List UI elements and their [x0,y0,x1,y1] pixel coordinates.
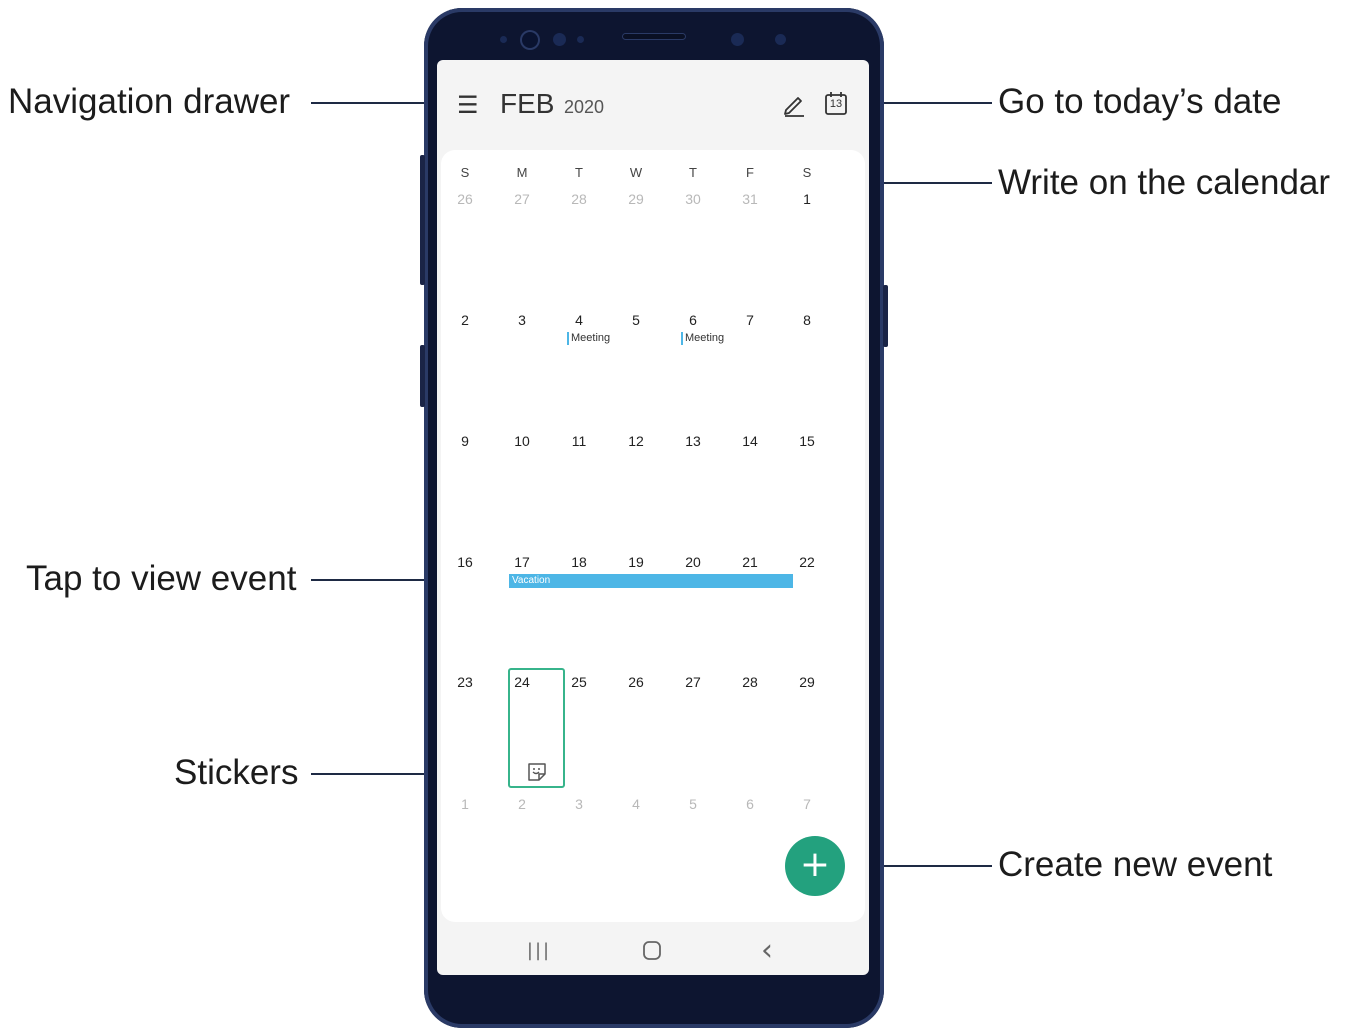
day-cell[interactable]: 26 [616,674,656,690]
day-cell[interactable]: 23 [445,674,485,690]
callout-stickers: Stickers [174,753,299,792]
calendar-today-number: 13 [829,98,843,110]
recents-button[interactable]: ||| [519,936,559,966]
weekday-thu: T [689,165,697,180]
month-label[interactable]: FEB [500,88,554,120]
create-event-button[interactable]: + [785,836,845,896]
day-cell[interactable]: 10 [502,433,542,449]
day-cell[interactable]: 5 [673,796,713,812]
day-cell[interactable]: 6 [730,796,770,812]
front-sensor-5 [775,34,786,45]
day-cell[interactable]: 29 [616,191,656,207]
day-cell[interactable]: 3 [502,312,542,328]
callout-tap-to-view-event: Tap to view event [26,559,297,598]
weekday-wed: W [629,165,643,180]
day-cell[interactable]: 8 [787,312,827,328]
day-cell[interactable]: 6 [673,312,713,328]
day-cell[interactable]: 4 [559,312,599,328]
weekday-fri: F [746,165,754,180]
front-sensor-1 [500,36,507,43]
day-cell[interactable]: 7 [730,312,770,328]
day-cell[interactable]: 22 [787,554,827,570]
day-cell[interactable]: 26 [445,191,485,207]
day-cell[interactable]: 25 [559,674,599,690]
day-cell[interactable]: 13 [673,433,713,449]
day-cell[interactable]: 28 [559,191,599,207]
day-cell[interactable]: 28 [730,674,770,690]
front-sensor-4 [731,33,744,46]
day-cell[interactable]: 2 [445,312,485,328]
front-camera [520,30,540,50]
day-cell[interactable]: 30 [673,191,713,207]
year-label[interactable]: 2020 [564,97,604,118]
weekday-mon: M [516,165,528,180]
phone-power-button [883,285,888,347]
day-cell[interactable]: 1 [445,796,485,812]
sticker-icon[interactable] [526,761,548,783]
day-cell[interactable]: 15 [787,433,827,449]
weekday-tue: T [575,165,583,180]
day-cell[interactable]: 31 [730,191,770,207]
day-cell[interactable]: 14 [730,433,770,449]
event-meeting[interactable]: Meeting [681,332,724,345]
day-cell[interactable]: 16 [445,554,485,570]
day-cell[interactable]: 17 [502,554,542,570]
day-cell[interactable]: 11 [559,433,599,449]
earpiece-speaker [622,33,686,40]
day-cell[interactable]: 7 [787,796,827,812]
back-button[interactable]: ‹ [747,936,787,966]
day-cell[interactable]: 20 [673,554,713,570]
day-cell[interactable]: 2 [502,796,542,812]
day-cell[interactable]: 18 [559,554,599,570]
home-icon [643,941,661,960]
pencil-icon[interactable] [780,90,808,118]
home-button[interactable] [632,936,672,966]
front-sensor-3 [577,36,584,43]
weekday-sun: S [460,165,470,180]
callout-write-on-calendar: Write on the calendar [998,163,1331,202]
callout-go-to-today: Go to today’s date [998,82,1282,121]
callout-create-new-event: Create new event [998,845,1273,884]
day-cell[interactable]: 12 [616,433,656,449]
day-cell[interactable]: 29 [787,674,827,690]
menu-icon[interactable]: ☰ [457,90,479,120]
event-meeting[interactable]: Meeting [567,332,610,345]
phone-bixby-button [420,345,425,407]
weekday-sat: S [802,165,812,180]
day-cell[interactable]: 9 [445,433,485,449]
day-cell[interactable]: 21 [730,554,770,570]
day-cell[interactable]: 5 [616,312,656,328]
day-cell[interactable]: 27 [673,674,713,690]
phone-volume-button [420,155,425,285]
day-cell[interactable]: 27 [502,191,542,207]
event-vacation-bar[interactable]: Vacation [509,574,793,588]
day-cell[interactable]: 4 [616,796,656,812]
calendar-today-icon[interactable]: 13 [823,90,849,116]
front-sensor-2 [553,33,566,46]
day-cell[interactable]: 19 [616,554,656,570]
day-cell[interactable]: 1 [787,191,827,207]
day-cell[interactable]: 3 [559,796,599,812]
callout-navigation-drawer: Navigation drawer [8,82,291,121]
